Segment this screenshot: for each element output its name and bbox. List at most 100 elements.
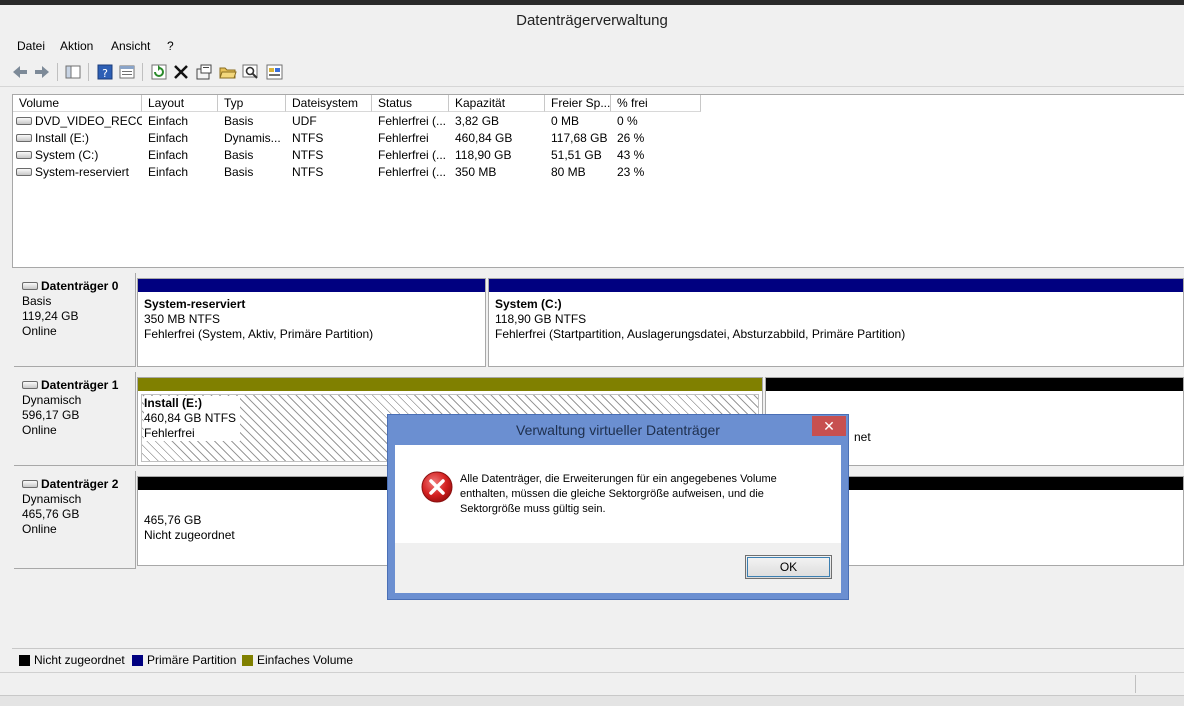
- action-icon[interactable]: [266, 63, 284, 81]
- window-title: Datenträgerverwaltung: [516, 12, 668, 29]
- back-icon[interactable]: [11, 63, 29, 81]
- column-header-freier-speicher[interactable]: Freier Sp...: [545, 95, 611, 112]
- dialog-title: Verwaltung virtueller Datenträger: [516, 422, 720, 438]
- partition-bar: [138, 279, 485, 292]
- properties-icon[interactable]: [118, 63, 136, 81]
- dialog-message: Alle Datenträger, die Erweiterungen für …: [460, 473, 777, 515]
- disk-icon: [22, 281, 38, 290]
- partition-bar: [766, 378, 1183, 391]
- partition-status: Fehlerfrei: [144, 426, 195, 440]
- table-cell: Einfach: [148, 131, 189, 145]
- menu-help[interactable]: ?: [167, 39, 174, 53]
- legend-swatch-unallocated: [19, 655, 30, 666]
- search-icon[interactable]: [242, 63, 260, 81]
- error-dialog: Verwaltung virtueller Datenträger ✕ Alle…: [387, 414, 849, 600]
- dialog-body: Alle Datenträger, die Erweiterungen für …: [395, 445, 841, 593]
- menu-ansicht[interactable]: Ansicht: [111, 39, 150, 53]
- column-header-prozent-frei[interactable]: % frei: [611, 95, 701, 112]
- partition-size: 118,90 GB NTFS: [495, 312, 587, 326]
- table-row-cell-volume[interactable]: Install (E:): [13, 130, 142, 147]
- table-row-cell-volume[interactable]: System (C:): [13, 147, 142, 164]
- table-cell: Fehlerfrei (...: [378, 165, 447, 179]
- column-header-dateisystem[interactable]: Dateisystem: [286, 95, 372, 112]
- table-cell: 3,82 GB: [455, 114, 500, 128]
- table-cell: Basis: [224, 114, 254, 128]
- drive-icon: [16, 150, 32, 159]
- column-header-kapazitaet[interactable]: Kapazität: [449, 95, 545, 112]
- partition-status: net: [854, 430, 871, 444]
- error-icon: [421, 471, 453, 503]
- partition-size: 465,76 GB: [144, 513, 202, 527]
- table-cell: Dynamis...: [224, 131, 281, 145]
- table-cell: 51,51 GB: [551, 148, 602, 162]
- partition-title: Install (E:): [144, 396, 203, 410]
- legend-label: Einfaches Volume: [257, 653, 354, 667]
- legend-label: Nicht zugeordnet: [34, 653, 125, 667]
- partition-status: Fehlerfrei (Startpartition, Auslagerungs…: [495, 327, 906, 341]
- table-cell: Einfach: [148, 165, 189, 179]
- partition-status: Fehlerfrei (System, Aktiv, Primäre Parti…: [144, 327, 374, 341]
- svg-text:?: ?: [102, 67, 108, 80]
- column-header-volume[interactable]: Volume: [13, 95, 142, 112]
- dvd-drive-icon: [16, 116, 32, 125]
- disk-icon: [22, 479, 38, 488]
- toolbar-separator: [88, 63, 89, 81]
- toolbar: ?: [0, 58, 1184, 87]
- toolbar-separator: [57, 63, 58, 81]
- disk-0-label[interactable]: Datenträger 0 Basis 119,24 GB Online: [14, 273, 136, 367]
- table-cell: Einfach: [148, 148, 189, 162]
- close-button[interactable]: ✕: [812, 416, 846, 436]
- table-row-cell-volume[interactable]: DVD_VIDEO_RECO...: [13, 113, 142, 130]
- ok-button[interactable]: OK: [745, 555, 832, 579]
- help-icon[interactable]: ?: [96, 63, 114, 81]
- table-cell: 0 %: [617, 114, 638, 128]
- partition-title: System-reserviert: [144, 297, 246, 311]
- legend-label: Primäre Partition: [147, 653, 237, 667]
- partition-size: 350 MB NTFS: [144, 312, 221, 326]
- settings-icon[interactable]: [195, 63, 213, 81]
- table-cell: Fehlerfrei: [378, 131, 429, 145]
- disk-2-label[interactable]: Datenträger 2 Dynamisch 465,76 GB Online: [14, 471, 136, 569]
- table-cell: 118,90 GB: [455, 148, 512, 162]
- status-bar: [0, 672, 1184, 695]
- status-divider: [1135, 675, 1136, 693]
- partition-title: System (C:): [495, 297, 562, 311]
- menu-datei[interactable]: Datei: [17, 39, 45, 53]
- table-cell: 23 %: [617, 165, 645, 179]
- console-tree-icon[interactable]: [64, 63, 82, 81]
- table-cell: 0 MB: [551, 114, 580, 128]
- partition-status: Nicht zugeordnet: [144, 528, 235, 542]
- column-header-layout[interactable]: Layout: [142, 95, 218, 112]
- table-cell: Basis: [224, 148, 254, 162]
- table-cell: Fehlerfrei (...: [378, 148, 447, 162]
- partition-system-reserviert[interactable]: System-reserviert 350 MB NTFS Fehlerfrei…: [137, 278, 486, 367]
- volume-list[interactable]: Volume Layout Typ Dateisystem Status Kap…: [12, 94, 1184, 268]
- drive-icon: [16, 133, 32, 142]
- title-bar: Datenträgerverwaltung: [0, 5, 1184, 36]
- column-header-typ[interactable]: Typ: [218, 95, 286, 112]
- forward-icon[interactable]: [33, 63, 51, 81]
- legend: Nicht zugeordnet Primäre Partition Einfa…: [12, 648, 1184, 671]
- bottom-strip: [0, 695, 1184, 706]
- column-header-status[interactable]: Status: [372, 95, 449, 112]
- table-cell: 80 MB: [551, 165, 586, 179]
- table-row-cell-volume[interactable]: System-reserviert: [13, 164, 142, 181]
- partition-system-c[interactable]: System (C:) 118,90 GB NTFS Fehlerfrei (S…: [488, 278, 1184, 367]
- table-cell: 26 %: [617, 131, 645, 145]
- open-folder-icon[interactable]: [219, 63, 237, 81]
- partition-size: 460,84 GB NTFS: [144, 411, 237, 425]
- disk-icon: [22, 380, 38, 389]
- menu-aktion[interactable]: Aktion: [60, 39, 93, 53]
- table-cell: Fehlerfrei (...: [378, 114, 447, 128]
- table-cell: 350 MB: [455, 165, 497, 179]
- refresh-icon[interactable]: [150, 63, 168, 81]
- disk-1-label[interactable]: Datenträger 1 Dynamisch 596,17 GB Online: [14, 372, 136, 466]
- drive-icon: [16, 167, 32, 176]
- table-cell: NTFS: [292, 165, 324, 179]
- legend-swatch-primary: [132, 655, 143, 666]
- table-cell: 460,84 GB: [455, 131, 513, 145]
- partition-bar: [138, 378, 762, 391]
- table-cell: UDF: [292, 114, 317, 128]
- delete-icon[interactable]: [172, 63, 190, 81]
- table-cell: NTFS: [292, 131, 324, 145]
